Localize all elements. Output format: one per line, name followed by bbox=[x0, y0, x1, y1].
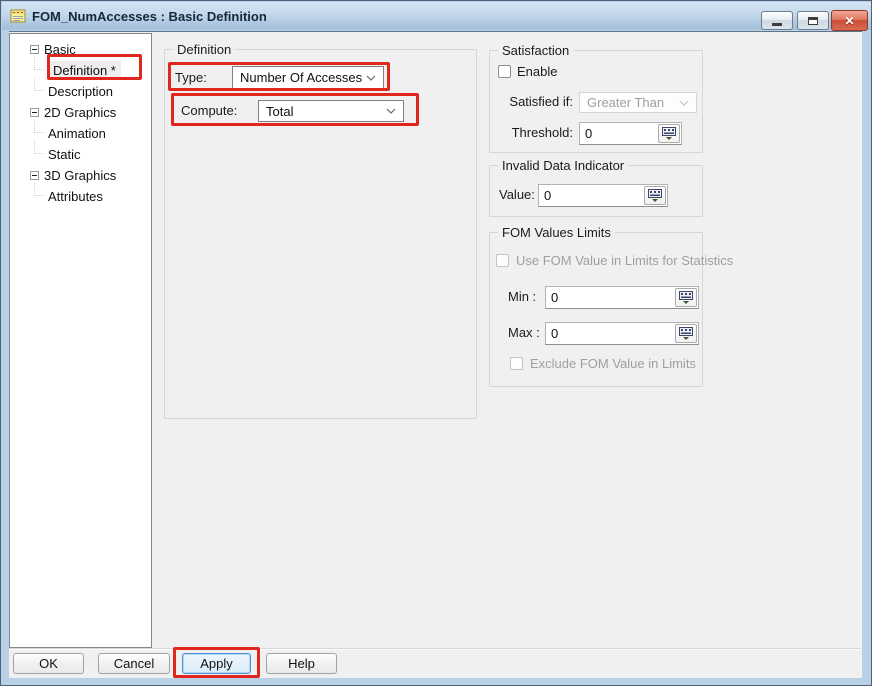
compute-label: Compute: bbox=[181, 103, 237, 119]
min-units-button[interactable] bbox=[675, 288, 697, 307]
ok-button[interactable]: OK bbox=[13, 653, 84, 674]
min-input[interactable] bbox=[546, 290, 675, 305]
satisfaction-legend: Satisfaction bbox=[498, 43, 573, 58]
enable-checkbox[interactable] bbox=[498, 65, 511, 78]
close-icon: ✕ bbox=[844, 14, 854, 28]
help-button[interactable]: Help bbox=[266, 653, 337, 674]
tree-item-label: 2D Graphics bbox=[44, 105, 116, 120]
max-input[interactable] bbox=[546, 326, 675, 341]
type-label: Type: bbox=[175, 70, 207, 86]
dialog-window: FOM_NumAccesses : Basic Definition ✕ Bas… bbox=[0, 0, 872, 686]
satisfied-if-dropdown-value: Greater Than bbox=[587, 95, 664, 110]
tree-item-label: Definition * bbox=[48, 61, 121, 80]
units-keypad-icon bbox=[679, 327, 693, 340]
chevron-down-icon bbox=[679, 100, 689, 106]
invalid-value-units-button[interactable] bbox=[644, 186, 666, 205]
max-units-button[interactable] bbox=[675, 324, 697, 343]
tree-connector bbox=[34, 141, 44, 154]
maximize-button[interactable] bbox=[797, 11, 829, 30]
use-fom-value-checkbox bbox=[496, 254, 509, 267]
window-title: FOM_NumAccesses : Basic Definition bbox=[32, 9, 267, 24]
maximize-icon bbox=[808, 17, 818, 25]
invalid-data-legend: Invalid Data Indicator bbox=[498, 158, 628, 173]
tree-connector bbox=[34, 183, 44, 196]
min-label: Min : bbox=[508, 289, 536, 305]
satisfied-if-dropdown: Greater Than bbox=[579, 92, 697, 113]
tree-item-animation[interactable]: Animation bbox=[34, 123, 106, 143]
max-label: Max : bbox=[508, 325, 540, 341]
minimize-icon bbox=[772, 23, 782, 26]
collapse-icon[interactable] bbox=[30, 171, 39, 180]
tree-item-description[interactable]: Description bbox=[34, 81, 113, 101]
compute-dropdown[interactable]: Total bbox=[258, 100, 404, 122]
minimize-button[interactable] bbox=[761, 11, 793, 30]
tree-item-basic[interactable]: Basic bbox=[30, 39, 76, 59]
tree-connector bbox=[34, 57, 44, 70]
tree-connector bbox=[34, 120, 44, 133]
collapse-icon[interactable] bbox=[30, 108, 39, 117]
tree-item-attributes[interactable]: Attributes bbox=[34, 186, 103, 206]
threshold-field bbox=[579, 122, 682, 145]
use-fom-value-label: Use FOM Value in Limits for Statistics bbox=[516, 253, 733, 269]
compute-dropdown-value: Total bbox=[266, 104, 293, 119]
tree-item-label: Basic bbox=[44, 42, 76, 57]
exclude-fom-value-checkbox bbox=[510, 357, 523, 370]
tree-item-label: Animation bbox=[48, 126, 106, 141]
definition-legend: Definition bbox=[173, 42, 235, 57]
tree-item-label: Attributes bbox=[48, 189, 103, 204]
collapse-icon[interactable] bbox=[30, 45, 39, 54]
units-keypad-icon bbox=[679, 291, 693, 304]
threshold-input[interactable] bbox=[580, 126, 658, 141]
close-button[interactable]: ✕ bbox=[831, 10, 868, 31]
cancel-button[interactable]: Cancel bbox=[98, 653, 170, 674]
invalid-value-field bbox=[538, 184, 668, 207]
apply-button[interactable]: Apply bbox=[182, 653, 251, 674]
threshold-label: Threshold: bbox=[483, 125, 573, 141]
type-dropdown-value: Number Of Accesses bbox=[240, 70, 362, 85]
tree-item-2d-graphics[interactable]: 2D Graphics bbox=[30, 102, 116, 122]
tree-item-3d-graphics[interactable]: 3D Graphics bbox=[30, 165, 116, 185]
value-label: Value: bbox=[499, 187, 535, 203]
fom-limits-legend: FOM Values Limits bbox=[498, 225, 615, 240]
exclude-fom-value-label: Exclude FOM Value in Limits bbox=[530, 356, 696, 372]
units-keypad-icon bbox=[662, 127, 676, 140]
button-row-divider bbox=[9, 648, 862, 650]
tree-item-static[interactable]: Static bbox=[34, 144, 81, 164]
invalid-value-input[interactable] bbox=[539, 188, 644, 203]
navigation-tree: Basic Definition * Description 2D Graphi… bbox=[9, 33, 152, 648]
tree-item-label: Static bbox=[48, 147, 81, 162]
tree-item-definition[interactable]: Definition * bbox=[34, 60, 121, 80]
enable-label: Enable bbox=[517, 64, 557, 80]
chevron-down-icon bbox=[366, 75, 376, 81]
min-field bbox=[545, 286, 699, 309]
title-bar[interactable]: FOM_NumAccesses : Basic Definition bbox=[2, 2, 871, 30]
type-dropdown[interactable]: Number Of Accesses bbox=[232, 66, 384, 89]
tree-item-label: 3D Graphics bbox=[44, 168, 116, 183]
threshold-units-button[interactable] bbox=[658, 124, 680, 143]
fom-document-icon bbox=[10, 8, 26, 24]
satisfied-if-label: Satisfied if: bbox=[483, 94, 573, 110]
client-area: Basic Definition * Description 2D Graphi… bbox=[9, 31, 862, 678]
tree-item-label: Description bbox=[48, 84, 113, 99]
tree-connector bbox=[34, 78, 44, 91]
max-field bbox=[545, 322, 699, 345]
chevron-down-icon bbox=[386, 108, 396, 114]
units-keypad-icon bbox=[648, 189, 662, 202]
